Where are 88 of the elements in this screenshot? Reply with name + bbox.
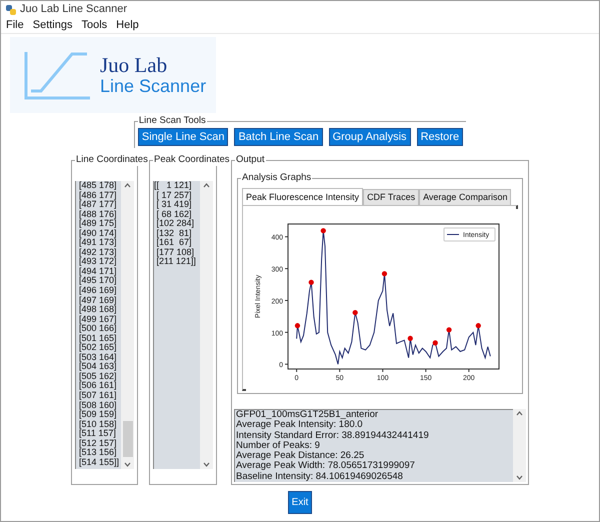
result-line: Average Peak Intensity: 180.0: [236, 420, 364, 431]
list-row[interactable]: [488 176]: [79, 210, 121, 220]
list-row[interactable]: [506 161]: [79, 381, 121, 392]
list-row[interactable]: [161 67]: [154, 238, 200, 248]
graph-tab[interactable]: Average Comparison: [419, 189, 512, 205]
list-row[interactable]: [495 170]: [79, 276, 121, 286]
scroll-down-icon[interactable]: [203, 462, 210, 467]
scroll-down-icon[interactable]: [124, 462, 131, 467]
list-row[interactable]: [500 166]: [79, 324, 121, 334]
list-row[interactable]: [102 284]: [154, 219, 200, 229]
peak-marker: [432, 340, 438, 346]
tool-button[interactable]: Batch Line Scan: [234, 128, 323, 146]
graph-tab[interactable]: Peak Fluorescence Intensity: [242, 188, 364, 205]
scroll-up-icon[interactable]: [124, 183, 131, 188]
peak-marker: [408, 336, 413, 341]
list-row[interactable]: [491 173]: [79, 238, 121, 248]
list-row[interactable]: [499 167]: [79, 314, 121, 324]
tool-button[interactable]: Restore: [416, 128, 464, 146]
list-row[interactable]: [508 160]: [79, 400, 121, 410]
scroll-down-icon[interactable]: [516, 475, 523, 480]
scroll-up-icon[interactable]: [203, 183, 210, 188]
exit-button[interactable]: Exit: [288, 491, 312, 514]
graph-tab[interactable]: CDF Traces: [363, 189, 420, 205]
list-row[interactable]: [ 17 257]: [154, 190, 200, 200]
list-row[interactable]: [510 158]: [79, 420, 121, 430]
list-row[interactable]: [486 177]: [79, 190, 121, 200]
list-row[interactable]: [211 121]]: [154, 257, 200, 267]
list-row[interactable]: [511 157]: [79, 429, 121, 439]
peak-marker: [382, 271, 388, 276]
result-line: Intensity Standard Error: 38.89194432441419: [236, 430, 430, 441]
list-row[interactable]: [514 155]]: [79, 458, 121, 468]
peak-marker: [308, 280, 314, 285]
app-icon: [6, 4, 16, 14]
list-row[interactable]: [505 162]: [79, 372, 121, 382]
result-line: Average Peak Distance: 26.25: [236, 451, 364, 462]
menu-item[interactable]: Tools: [81, 17, 108, 34]
list-row[interactable]: [494 171]: [79, 266, 121, 276]
result-line: Baseline Intensity: 84.10619469026548: [236, 472, 404, 482]
list-row[interactable]: [[ 1 121]: [154, 181, 200, 191]
result-line: Number of Peaks: 9: [236, 440, 321, 451]
scrollbar[interactable]: [200, 181, 213, 469]
window-title: Juo Lab Line Scanner: [20, 2, 128, 18]
list-row[interactable]: [493 172]: [79, 257, 121, 267]
line-coordinates-list[interactable]: [75, 181, 121, 469]
group-title: Peak Coordinates: [153, 154, 231, 166]
logo-subtitle: Line Scanner: [100, 76, 206, 96]
menu-item[interactable]: Help: [116, 17, 139, 34]
list-row[interactable]: [502 165]: [79, 343, 121, 353]
list-row[interactable]: [177 108]: [154, 248, 200, 258]
list-row[interactable]: [509 159]: [79, 410, 121, 420]
menu-item[interactable]: File: [6, 17, 24, 34]
list-row[interactable]: [504 163]: [79, 362, 121, 372]
line-scan-logo-icon: [24, 50, 90, 100]
list-row[interactable]: [ 31 419]: [154, 200, 200, 210]
list-row[interactable]: [490 174]: [79, 228, 121, 238]
scroll-up-icon[interactable]: [516, 411, 523, 416]
list-row[interactable]: [496 169]: [79, 286, 121, 296]
result-line: GFP01_100msG1T25B1_anterior: [236, 410, 380, 420]
list-row[interactable]: [512 157]: [79, 438, 121, 448]
list-row[interactable]: [489 175]: [79, 219, 121, 229]
group-title: Line Coordinates: [75, 154, 149, 166]
list-row[interactable]: [ 68 162]: [154, 210, 200, 220]
list-row[interactable]: [507 161]: [79, 391, 121, 401]
tool-button[interactable]: Single Line Scan: [138, 128, 228, 146]
peak-marker: [352, 310, 358, 316]
group-title: Analysis Graphs: [241, 172, 312, 184]
peak-marker: [446, 327, 452, 332]
scroll-thumb[interactable]: [123, 421, 133, 457]
menu-item[interactable]: Settings: [32, 17, 72, 34]
peak-marker: [320, 228, 326, 234]
group-title: Output: [235, 154, 266, 166]
result-line: Average Peak Width: 78.05651731999097: [236, 461, 416, 472]
peak-marker: [294, 323, 300, 328]
logo-title: Juo Lab: [100, 54, 168, 76]
list-row[interactable]: [503 164]: [79, 352, 121, 362]
list-row[interactable]: [485 178]: [79, 181, 121, 191]
list-row[interactable]: [487 177]: [79, 200, 121, 210]
list-row[interactable]: [501 165]: [79, 334, 121, 344]
list-row[interactable]: [498 168]: [79, 305, 121, 315]
scrollbar[interactable]: [121, 181, 134, 469]
scrollbar[interactable]: [513, 409, 526, 482]
list-row[interactable]: [492 173]: [79, 248, 121, 258]
list-row[interactable]: [513 156]: [79, 448, 121, 458]
peak-marker: [476, 323, 481, 328]
peak-coordinates-list[interactable]: [[ 1 121] [ 17 257] [ 31 419] [ 68 162] [102 284] [132 81] [161 67] [177 108] [211 121]]: [153, 181, 200, 469]
list-row[interactable]: [132 81]: [154, 228, 200, 238]
tool-button[interactable]: Group Analysis: [328, 128, 411, 146]
list-row[interactable]: [497 169]: [79, 296, 121, 306]
